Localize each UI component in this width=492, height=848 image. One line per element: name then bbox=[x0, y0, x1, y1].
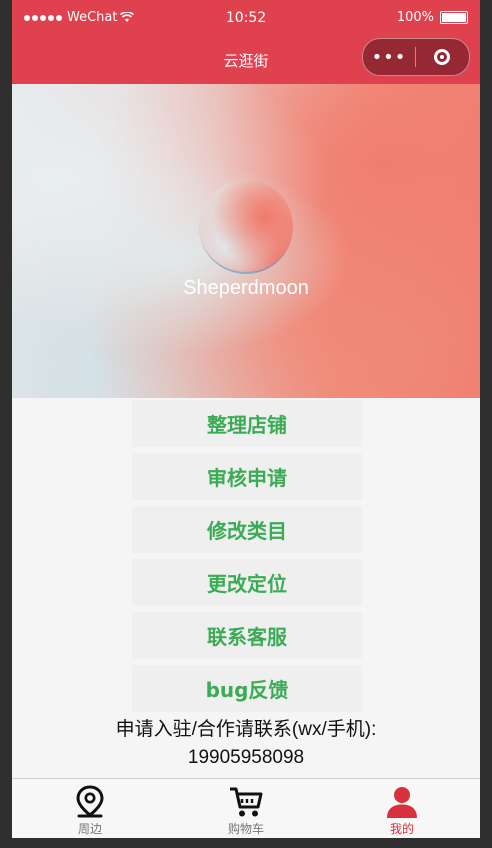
bug-feedback-button[interactable]: bug反馈 bbox=[132, 665, 362, 712]
contact-phone: 19905958098 bbox=[187, 747, 305, 768]
tab-label-mine: 我的 bbox=[389, 822, 414, 836]
avatar[interactable] bbox=[199, 180, 293, 274]
change-location-button[interactable]: 更改定位 bbox=[132, 559, 362, 606]
username: Sheperdmoon bbox=[183, 277, 309, 299]
close-button[interactable] bbox=[416, 49, 468, 65]
profile-banner: Sheperdmoon bbox=[12, 84, 480, 398]
contact-info: 申请入驻/合作请联系(wx/手机): 19905958098 bbox=[12, 716, 480, 772]
battery-status: 100% bbox=[397, 10, 468, 25]
review-applications-button[interactable]: 审核申请 bbox=[132, 453, 362, 500]
tab-mine[interactable]: 我的 bbox=[324, 779, 480, 838]
tab-cart[interactable]: 购物车 bbox=[168, 779, 324, 838]
tab-nearby[interactable]: 周边 bbox=[12, 779, 168, 838]
user-profile-icon bbox=[387, 787, 417, 818]
tab-label-nearby: 周边 bbox=[77, 822, 102, 836]
contact-support-button[interactable]: 联系客服 bbox=[132, 612, 362, 659]
location-pin-icon bbox=[76, 785, 104, 818]
shopping-cart-icon bbox=[230, 787, 263, 817]
edit-category-button[interactable]: 修改类目 bbox=[132, 506, 362, 553]
action-menu: 整理店铺 审核申请 修改类目 更改定位 联系客服 bug反馈 bbox=[132, 400, 362, 718]
battery-percent: 100% bbox=[396, 10, 434, 25]
contact-text: 申请入驻/合作请联系(wx/手机): bbox=[115, 719, 377, 740]
status-bar: WeChat 10:52 100% bbox=[12, 0, 480, 36]
tab-bar: 周边 购物车 我的 bbox=[12, 778, 480, 838]
mini-program-capsule: ••• bbox=[362, 38, 470, 76]
target-close-icon bbox=[434, 49, 450, 65]
navigation-bar: 云逛街 ••• bbox=[12, 36, 480, 84]
phone-screen: WeChat 10:52 100% 云逛街 ••• Sheperdmoon 整理… bbox=[12, 0, 480, 838]
manage-store-button[interactable]: 整理店铺 bbox=[132, 400, 362, 447]
tab-label-cart: 购物车 bbox=[227, 822, 264, 836]
battery-icon bbox=[440, 11, 468, 24]
more-dots-icon[interactable]: ••• bbox=[363, 47, 415, 68]
